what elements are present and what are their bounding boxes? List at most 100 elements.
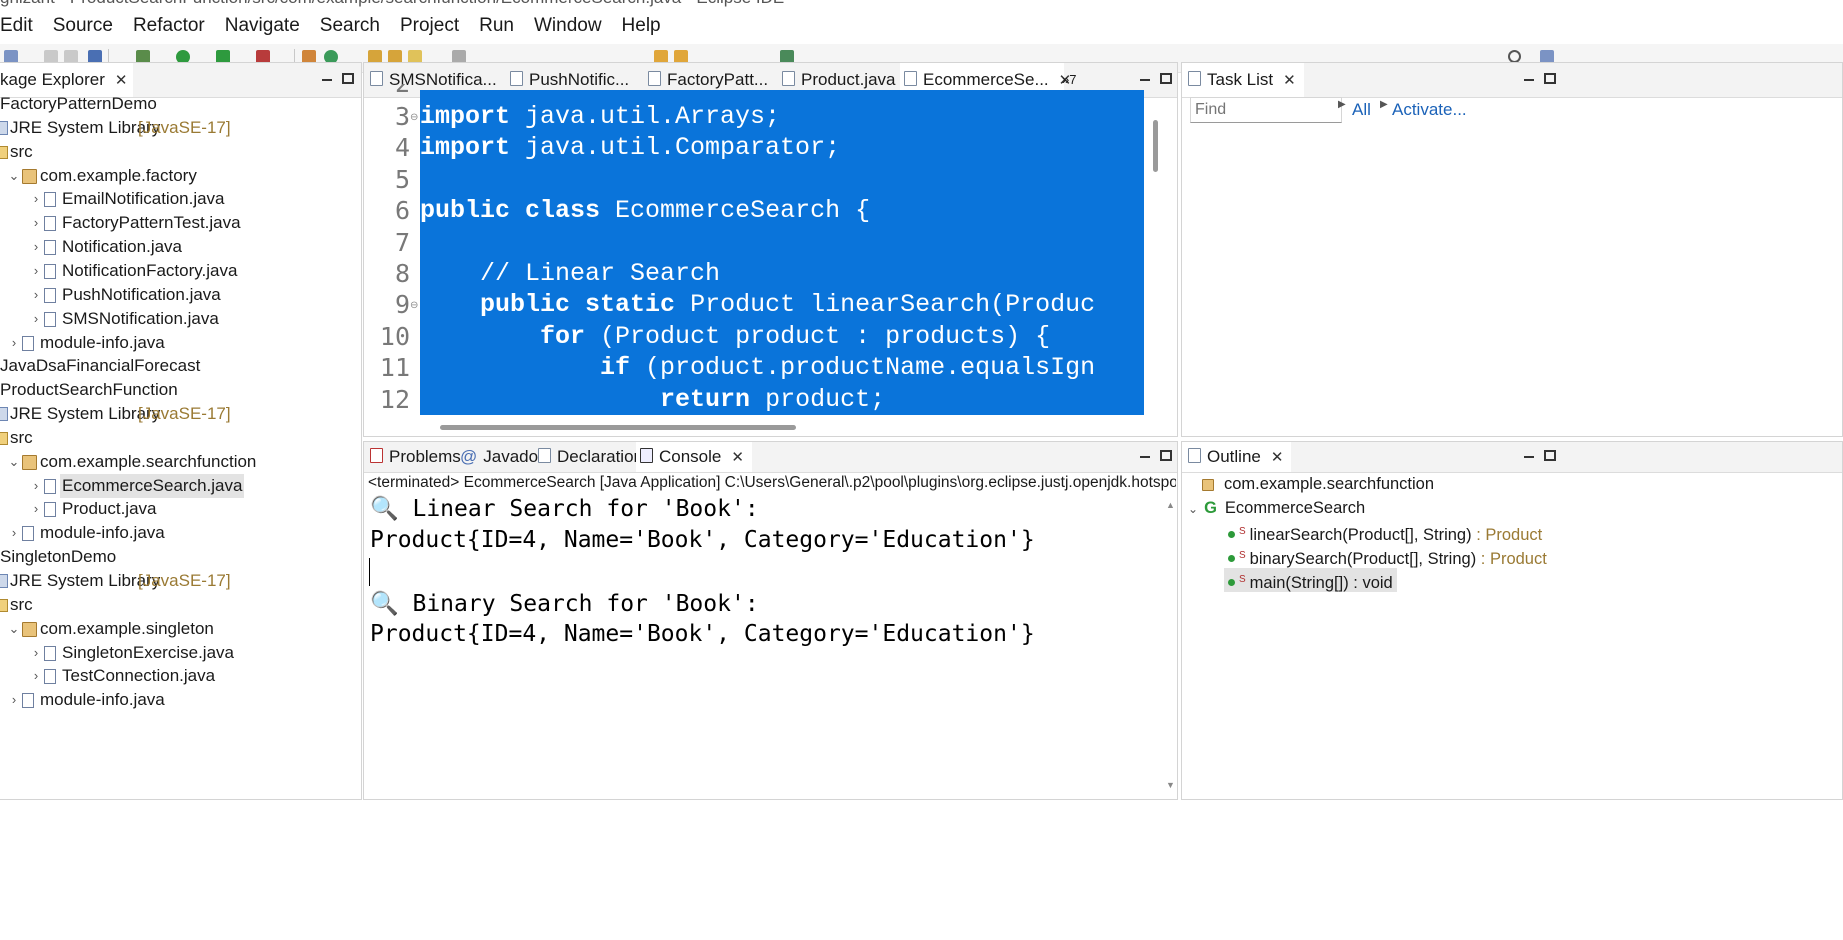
line-number: 9 <box>394 290 410 320</box>
close-icon[interactable]: ✕ <box>1271 449 1284 466</box>
editor-vertical-scrollbar-thumb[interactable] <box>1153 120 1158 172</box>
scroll-down-icon[interactable]: ▼ <box>1166 780 1175 790</box>
chevron-right-icon[interactable]: › <box>8 521 20 545</box>
chevron-right-icon[interactable]: › <box>8 331 20 355</box>
java-file-icon <box>44 478 56 494</box>
java-file-icon <box>44 192 56 208</box>
tree-item-label: SingletonDemo <box>0 547 117 567</box>
java-file-icon <box>44 311 56 327</box>
maximize-icon[interactable] <box>1160 73 1172 84</box>
maximize-icon[interactable] <box>1544 450 1556 461</box>
maximize-icon[interactable] <box>1544 73 1556 84</box>
menu-window[interactable]: Window <box>534 15 602 37</box>
problems-icon <box>370 448 383 463</box>
close-icon[interactable]: ✕ <box>731 449 744 466</box>
tab-problems[interactable]: Problems <box>370 442 461 472</box>
static-marker-icon: S <box>1239 550 1246 561</box>
tree-item-label: src <box>10 427 33 447</box>
menu-run[interactable]: Run <box>479 15 514 37</box>
chevron-right-icon[interactable]: › <box>30 664 42 688</box>
tab-outline[interactable]: Outline ✕ <box>1182 442 1292 472</box>
outline-method-main[interactable]: Smain(String[]) : void <box>1224 568 1397 592</box>
java-file-icon <box>22 526 34 542</box>
outline-package[interactable]: com.example.searchfunction <box>1202 472 1434 496</box>
chevron-right-icon[interactable]: › <box>30 259 42 283</box>
editor-horizontal-scrollbar-thumb[interactable] <box>440 425 796 430</box>
task-find-input[interactable] <box>1190 97 1342 123</box>
chevron-right-icon[interactable]: › <box>8 688 20 712</box>
folder-icon <box>0 145 8 159</box>
chevron-down-icon[interactable]: ⌄ <box>8 450 20 474</box>
menu-refactor[interactable]: Refactor <box>133 15 205 37</box>
java-file-icon <box>22 693 34 709</box>
chevron-down-icon[interactable]: ⌄ <box>8 164 20 188</box>
code-line: // Linear Search <box>420 259 721 288</box>
menu-project[interactable]: Project <box>400 15 459 37</box>
tree-item-label: ProductSearchFunction <box>0 380 178 400</box>
console-line: Product{ID=4, Name='Book', Category='Edu… <box>370 621 1035 647</box>
chevron-right-icon[interactable]: › <box>30 211 42 235</box>
minimize-icon[interactable] <box>1524 74 1534 81</box>
task-all-link[interactable]: All <box>1352 100 1371 120</box>
class-icon: G <box>1204 499 1217 517</box>
chevron-right-icon[interactable]: › <box>30 641 42 665</box>
task-activate-link[interactable]: Activate... <box>1392 100 1467 120</box>
maximize-icon[interactable] <box>342 73 354 84</box>
minimize-icon[interactable] <box>322 74 332 81</box>
chevron-right-icon[interactable]: › <box>30 307 42 331</box>
minimize-icon[interactable] <box>1140 74 1150 81</box>
outline-method-linearsearch[interactable]: SlinearSearch(Product[], String) : Produ… <box>1228 520 1542 544</box>
outline-icon <box>1188 448 1201 463</box>
jre-version-tag: [JavaSE-17] <box>138 571 231 590</box>
close-icon[interactable]: ✕ <box>115 72 128 89</box>
menu-navigate[interactable]: Navigate <box>225 15 300 37</box>
fold-toggle-icon[interactable]: ⊖ <box>410 300 418 311</box>
line-number: 6 <box>394 196 410 226</box>
close-icon[interactable]: ✕ <box>1283 72 1296 89</box>
chevron-right-icon[interactable]: › <box>30 497 42 521</box>
at-icon: @ <box>460 447 478 466</box>
public-method-icon <box>1228 579 1235 586</box>
scroll-up-icon[interactable]: ▲ <box>1166 500 1175 510</box>
chevron-down-icon[interactable]: ⌄ <box>8 617 20 641</box>
code-line: import java.util.Comparator; <box>420 133 841 163</box>
java-file-icon <box>44 502 56 518</box>
tab-javadoc[interactable]: @ Javadoc <box>460 442 547 472</box>
folder-icon <box>0 431 8 445</box>
chevron-right-icon[interactable]: › <box>30 235 42 259</box>
minimize-icon[interactable] <box>1524 451 1534 458</box>
menu-source[interactable]: Source <box>53 15 113 37</box>
fold-toggle-icon[interactable]: ⊖ <box>410 112 418 123</box>
library-icon <box>0 574 8 588</box>
menu-search[interactable]: Search <box>320 15 380 37</box>
chevron-right-icon[interactable]: › <box>30 474 42 498</box>
package-icon <box>1202 479 1214 491</box>
chevron-right-icon[interactable]: › <box>30 187 42 211</box>
menu-help[interactable]: Help <box>622 15 661 37</box>
outline-class[interactable]: ⌄ G EcommerceSearch <box>1188 496 1365 520</box>
code-line: return product; <box>660 384 886 414</box>
menu-edit[interactable]: Edit <box>0 15 33 37</box>
tab-console[interactable]: Console ✕ <box>636 442 752 472</box>
package-explorer-title: kage Explorer <box>0 70 105 89</box>
package-icon <box>22 621 37 637</box>
maximize-icon[interactable] <box>1160 450 1172 461</box>
tab-declaration[interactable]: Declaration <box>538 442 643 472</box>
tree-item-label: SMSNotification.java <box>62 308 219 328</box>
tree-item-label: PushNotification.java <box>62 284 221 304</box>
tab-task-list[interactable]: Task List ✕ <box>1182 63 1304 97</box>
java-file-icon <box>44 240 56 256</box>
task-list-icon <box>1188 71 1201 86</box>
minimize-icon[interactable] <box>1140 451 1150 458</box>
static-marker-icon: S <box>1239 574 1246 585</box>
code-line: public class EcommerceSearch { <box>420 196 871 226</box>
chevron-right-icon: ▶ <box>1380 99 1388 110</box>
line-number: 12 <box>379 384 410 414</box>
task-list-panel: Task List✕ ▶ All ▶ Activate... <box>1181 62 1843 437</box>
chevron-right-icon[interactable]: › <box>30 283 42 307</box>
outline-method-binarysearch[interactable]: SbinarySearch(Product[], String) : Produ… <box>1228 544 1547 568</box>
java-file-icon <box>904 71 917 86</box>
console-line: 🔍 Binary Search for 'Book': <box>370 590 759 617</box>
code-line: for (Product product : products) { <box>540 321 1051 351</box>
tree-item-label: src <box>10 594 33 614</box>
